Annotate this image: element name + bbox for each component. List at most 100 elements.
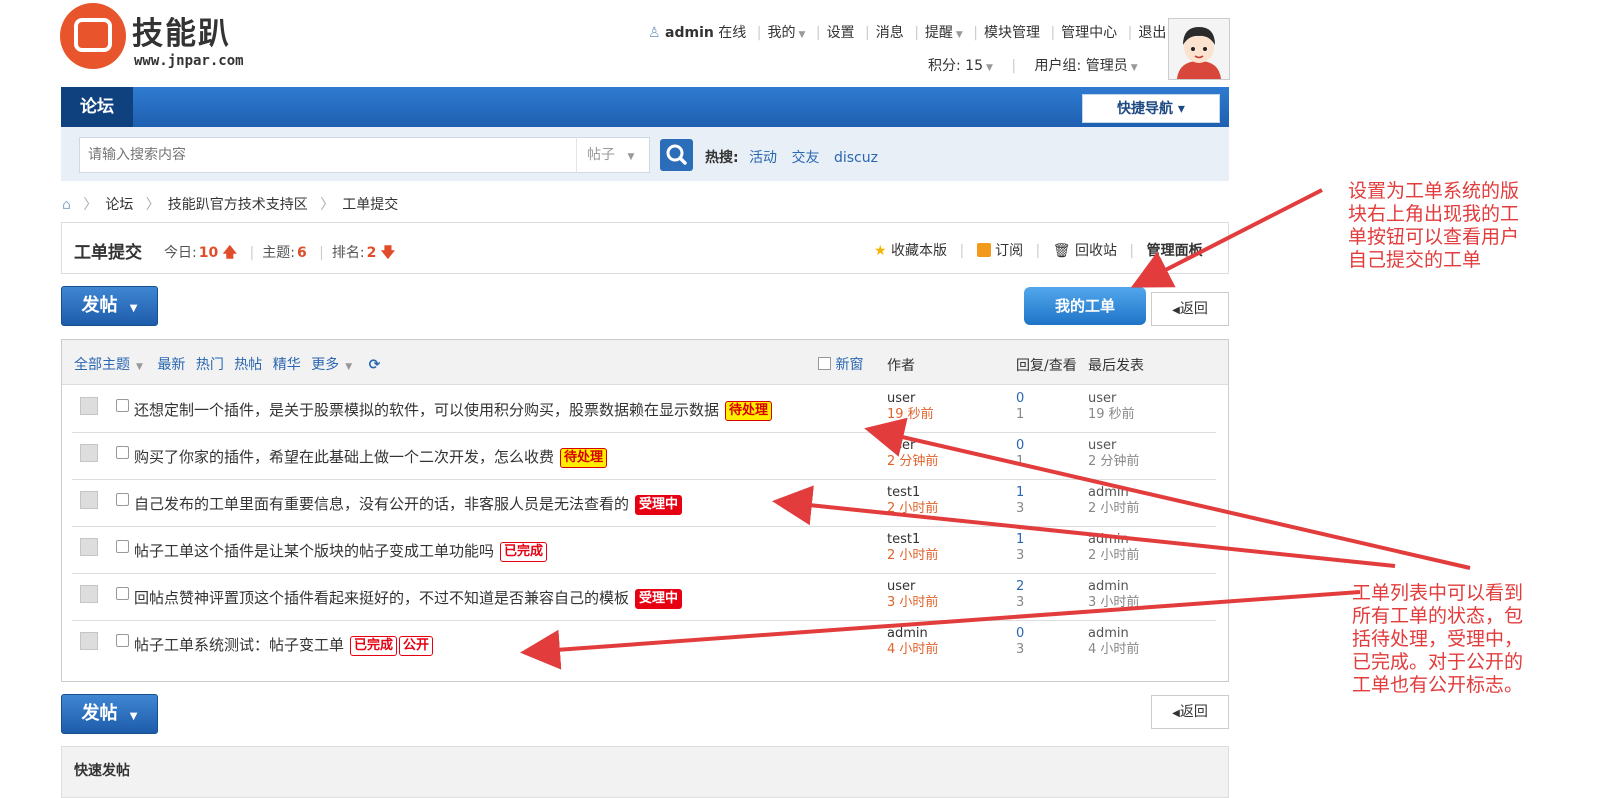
reply-count[interactable]: 2 xyxy=(1016,579,1024,595)
new-window-checkbox[interactable] xyxy=(818,357,831,370)
thread-author[interactable]: user xyxy=(887,438,938,454)
row-checkbox[interactable] xyxy=(116,446,129,459)
back-button[interactable]: ◀返回 xyxy=(1151,292,1229,326)
last-post-time[interactable]: 4 小时前 xyxy=(1088,642,1139,658)
last-poster[interactable]: user xyxy=(1088,438,1139,454)
home-icon[interactable]: ⌂ xyxy=(62,197,71,213)
last-poster[interactable]: admin xyxy=(1088,579,1139,595)
filter-hot[interactable]: 热门 xyxy=(196,357,224,373)
quick-nav-button[interactable]: 快捷导航 ▾ xyxy=(1082,94,1220,123)
filter-latest[interactable]: 最新 xyxy=(157,357,185,373)
table-row: 还想定制一个插件，是关于股票模拟的软件，可以使用积分购买，股票数据赖在显示数据待… xyxy=(72,385,1216,433)
chevron-down-icon: ▼ xyxy=(345,362,353,372)
status-badge: 待处理 xyxy=(560,448,608,468)
public-badge: 公开 xyxy=(399,636,434,656)
points-menu[interactable]: 积分: 15 xyxy=(928,58,983,74)
avatar[interactable] xyxy=(1168,18,1230,80)
my-orders-button[interactable]: 我的工单 xyxy=(1024,287,1146,325)
row-checkbox[interactable] xyxy=(116,399,129,412)
search-type-select[interactable]: 帖子 ▼ xyxy=(576,137,650,173)
hot-search-item[interactable]: discuz xyxy=(834,150,878,166)
thread-author[interactable]: test1 xyxy=(887,532,938,548)
status-badge: 已完成 xyxy=(350,636,398,656)
hot-search-item[interactable]: 交友 xyxy=(792,150,820,166)
topics-label: 主题: xyxy=(262,245,295,261)
thread-author[interactable]: user xyxy=(887,579,938,595)
search-input[interactable] xyxy=(79,137,577,173)
breadcrumb-current[interactable]: 工单提交 xyxy=(342,197,398,213)
hot-searches: 热搜: 活动 交友 discuz xyxy=(705,147,888,167)
row-checkbox[interactable] xyxy=(116,493,129,506)
filter-hot-threads[interactable]: 热帖 xyxy=(234,357,262,373)
last-post-time[interactable]: 2 小时前 xyxy=(1088,548,1139,564)
status-badge: 已完成 xyxy=(500,542,548,562)
nav-item-forum[interactable]: 论坛 xyxy=(61,87,133,127)
username-link[interactable]: admin xyxy=(665,25,714,41)
last-post-time[interactable]: 19 秒前 xyxy=(1088,407,1135,423)
reminders-menu[interactable]: 提醒 xyxy=(925,25,953,41)
last-post-time[interactable]: 3 小时前 xyxy=(1088,595,1139,611)
admin-center-link[interactable]: 管理中心 xyxy=(1061,25,1117,41)
last-poster[interactable]: admin xyxy=(1088,485,1139,501)
post-button-bottom[interactable]: 发帖 ▼ xyxy=(61,694,158,734)
last-post-time[interactable]: 2 小时前 xyxy=(1088,501,1139,517)
last-poster[interactable]: admin xyxy=(1088,532,1139,548)
thread-title[interactable]: 还想定制一个插件，是关于股票模拟的软件，可以使用积分购买，股票数据赖在显示数据 xyxy=(134,401,719,419)
messages-link[interactable]: 消息 xyxy=(876,25,904,41)
arrow-up-icon: 🡅 xyxy=(222,245,238,261)
settings-link[interactable]: 设置 xyxy=(827,25,855,41)
filter-more[interactable]: 更多 xyxy=(311,357,339,373)
my-menu[interactable]: 我的 xyxy=(767,25,795,41)
thread-author-time: 4 小时前 xyxy=(887,642,939,657)
row-checkbox[interactable] xyxy=(116,587,129,600)
logout-link[interactable]: 退出 xyxy=(1138,25,1166,41)
thread-title[interactable]: 购买了你家的插件，希望在此基础上做一个二次开发，怎么收费 xyxy=(134,448,554,466)
filter-all[interactable]: 全部主题 xyxy=(74,357,130,373)
thread-icon[interactable] xyxy=(80,491,98,509)
refresh-icon[interactable]: ⟳ xyxy=(369,357,381,373)
thread-title[interactable]: 帖子工单系统测试：帖子变工单 xyxy=(134,636,344,654)
manage-panel-link[interactable]: 管理面板 xyxy=(1147,243,1203,259)
thread-author-time: 3 小时前 xyxy=(887,595,939,610)
last-poster[interactable]: admin xyxy=(1088,626,1139,642)
table-row: 购买了你家的插件，希望在此基础上做一个二次开发，怎么收费 待处理 user 2 分钟… xyxy=(72,432,1216,480)
new-window-label: 新窗 xyxy=(835,357,864,373)
thread-icon[interactable] xyxy=(80,538,98,556)
logo-url: www.jnpar.com xyxy=(134,53,244,69)
row-checkbox[interactable] xyxy=(116,540,129,553)
thread-author[interactable]: user xyxy=(887,391,934,407)
module-manage-link[interactable]: 模块管理 xyxy=(984,25,1040,41)
thread-icon[interactable] xyxy=(80,585,98,603)
reply-count[interactable]: 1 xyxy=(1016,532,1024,548)
thread-icon[interactable] xyxy=(80,397,98,415)
search-button[interactable] xyxy=(660,139,693,171)
breadcrumb: ⌂ 〉论坛 〉技能趴官方技术支持区 〉工单提交 xyxy=(62,197,399,213)
row-checkbox[interactable] xyxy=(116,634,129,647)
reply-count[interactable]: 0 xyxy=(1016,391,1024,407)
breadcrumb-forum[interactable]: 论坛 xyxy=(105,197,133,213)
thread-title[interactable]: 自己发布的工单里面有重要信息，没有公开的话，非客服人员是无法查看的 xyxy=(134,495,629,513)
thread-title[interactable]: 回帖点赞神评置顶这个插件看起来挺好的，不过不知道是否兼容自己的模板 xyxy=(134,589,629,607)
filter-digest[interactable]: 精华 xyxy=(273,357,301,373)
thread-icon[interactable] xyxy=(80,632,98,650)
favorite-link[interactable]: 收藏本版 xyxy=(891,243,947,259)
thread-title[interactable]: 帖子工单这个插件是让某个版块的帖子变成工单功能吗 xyxy=(134,542,494,560)
last-poster[interactable]: user xyxy=(1088,391,1135,407)
thread-icon[interactable] xyxy=(80,444,98,462)
last-post-time[interactable]: 2 分钟前 xyxy=(1088,454,1139,470)
arrow-down-icon: 🡇 xyxy=(380,245,396,261)
reply-count[interactable]: 1 xyxy=(1016,485,1024,501)
reply-count[interactable]: 0 xyxy=(1016,626,1024,642)
usergroup-menu[interactable]: 用户组: 管理员 xyxy=(1035,58,1128,74)
column-reply-view: 回复/查看 xyxy=(1016,358,1077,374)
breadcrumb-support[interactable]: 技能趴官方技术支持区 xyxy=(168,197,308,213)
recycle-link[interactable]: 回收站 xyxy=(1075,243,1117,259)
hot-search-item[interactable]: 活动 xyxy=(749,150,777,166)
new-window-toggle[interactable]: 新窗 xyxy=(818,354,863,374)
thread-author[interactable]: test1 xyxy=(887,485,938,501)
post-button[interactable]: 发帖 ▼ xyxy=(61,286,158,326)
reply-count[interactable]: 0 xyxy=(1016,438,1024,454)
back-button-bottom[interactable]: ◀返回 xyxy=(1151,695,1229,729)
subscribe-link[interactable]: 订阅 xyxy=(995,243,1023,259)
thread-author[interactable]: admin xyxy=(887,626,938,642)
